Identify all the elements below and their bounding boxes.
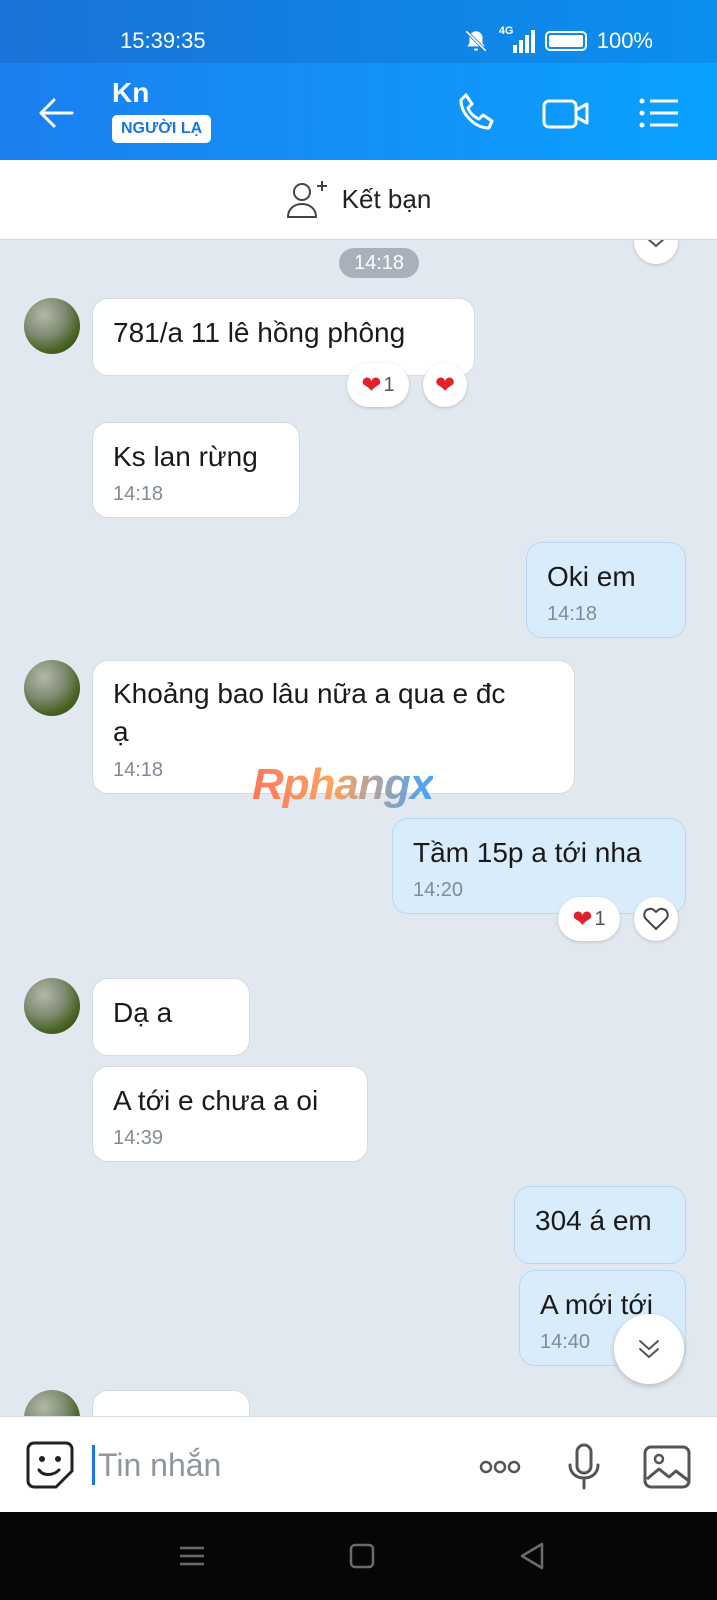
reaction-button[interactable]	[634, 240, 678, 264]
message-input-bar	[0, 1416, 717, 1512]
message-bubble[interactable]: Oki em 14:18	[526, 542, 686, 638]
message-bubble[interactable]: A tới e chưa a oi 14:39	[92, 1066, 368, 1162]
message-text-line: Khoảng bao lâu nữa a qua e đc	[113, 678, 506, 709]
recent-apps-icon[interactable]	[174, 1538, 210, 1574]
battery-level: 100%	[596, 28, 653, 53]
message-text-line: ạ	[113, 716, 129, 747]
add-friend-label: Kết bạn	[341, 184, 432, 214]
message-bubble[interactable]	[92, 1390, 250, 1416]
sticker-emoji-icon[interactable]	[24, 1439, 76, 1491]
double-chevron-down-icon	[639, 1340, 659, 1359]
reaction-count[interactable]: ❤ 1	[558, 897, 620, 941]
network-type: 4G	[498, 25, 514, 37]
message-bubble[interactable]: Tầm 15p a tới nha 14:20	[392, 818, 686, 914]
heart-icon: ❤	[572, 905, 593, 933]
stranger-badge: NGƯỜI LẠ	[112, 115, 212, 143]
signal-icon: 4G	[499, 25, 535, 53]
status-time: 15:39:35	[120, 28, 206, 53]
avatar[interactable]	[24, 660, 80, 716]
message-bubble[interactable]: 781/a 11 lê hồng phông	[92, 298, 475, 376]
message-text: Dạ a	[113, 997, 173, 1028]
message-bubble[interactable]: 304 á em	[514, 1186, 686, 1264]
message-bubble[interactable]: Ks lan rừng 14:18	[92, 422, 300, 518]
chevron-down-icon	[647, 240, 665, 248]
message-bubble[interactable]: Dạ a	[92, 978, 250, 1056]
video-call-icon[interactable]	[540, 89, 592, 137]
message-time: 14:20	[413, 879, 464, 901]
heart-icon: ❤	[434, 371, 456, 399]
time-divider: 14:18	[339, 248, 419, 278]
image-gallery-icon[interactable]	[642, 1441, 692, 1493]
avatar[interactable]	[24, 298, 80, 354]
message-text: 781/a 11 lê hồng phông	[113, 317, 406, 348]
react-button[interactable]	[634, 897, 678, 941]
react-button[interactable]: ❤	[423, 363, 467, 407]
add-friend-bar[interactable]: Kết bạn	[0, 160, 717, 240]
message-text: Tầm 15p a tới nha	[413, 837, 642, 868]
message-time: 14:18	[547, 603, 598, 625]
back-nav-icon[interactable]	[514, 1538, 550, 1574]
system-navigation-bar	[0, 1512, 717, 1600]
status-icons: 4G 100%	[463, 25, 653, 54]
reaction-number: 1	[594, 907, 606, 930]
bell-off-icon	[464, 30, 487, 52]
watermark: Rphangx	[252, 760, 434, 809]
microphone-icon[interactable]	[558, 1441, 610, 1493]
message-text: Oki em	[547, 561, 636, 592]
reaction-number: 1	[383, 373, 395, 396]
more-options-icon[interactable]	[474, 1441, 526, 1493]
avatar[interactable]	[24, 1390, 80, 1416]
contact-name[interactable]: Kn	[112, 77, 149, 109]
menu-list-icon[interactable]	[636, 89, 684, 137]
message-text: 304 á em	[535, 1205, 652, 1236]
reaction-count[interactable]: ❤ 1	[347, 363, 409, 407]
phone-call-icon[interactable]	[452, 89, 500, 137]
heart-outline-icon	[643, 907, 669, 930]
heart-icon: ❤	[361, 371, 382, 399]
message-time: 14:18	[113, 483, 164, 505]
avatar[interactable]	[24, 978, 80, 1034]
chat-header: Kn NGƯỜI LẠ	[0, 63, 717, 160]
battery-icon	[544, 31, 587, 51]
add-friend-icon	[286, 180, 327, 218]
status-bar: 15:39:35 4G 100%	[0, 0, 717, 63]
chat-area[interactable]: 14:18 781/a 11 lê hồng phông ❤ 1 ❤ Ks la…	[0, 240, 717, 1416]
message-time: 14:39	[113, 1127, 164, 1149]
message-text: Ks lan rừng	[113, 441, 258, 472]
text-cursor	[92, 1445, 95, 1485]
message-text: A tới e chưa a oi	[113, 1085, 319, 1116]
home-icon[interactable]	[344, 1538, 380, 1574]
scroll-to-bottom-button[interactable]	[614, 1314, 684, 1384]
message-input[interactable]	[98, 1441, 428, 1489]
back-arrow-icon[interactable]	[34, 91, 78, 135]
